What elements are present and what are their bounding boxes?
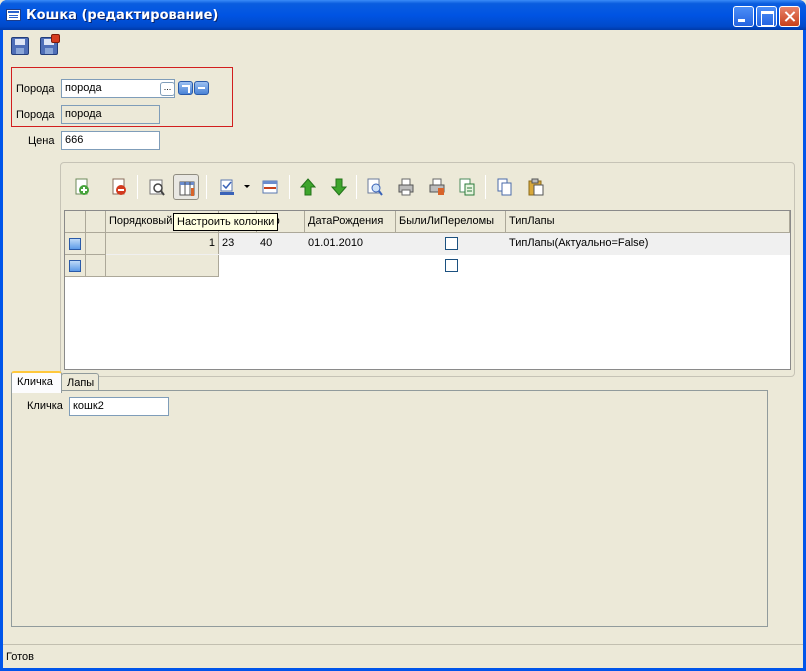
move-up-icon[interactable] xyxy=(295,174,321,200)
breed-open-button[interactable] xyxy=(178,81,193,95)
move-down-icon[interactable] xyxy=(326,174,352,200)
status-bar: Готов xyxy=(3,644,803,668)
row-indicator xyxy=(86,233,106,255)
fractures-checkbox[interactable] xyxy=(445,259,458,272)
paste-icon[interactable] xyxy=(523,174,549,200)
column-header-birth-date[interactable]: ДатаРождения xyxy=(305,211,396,233)
minimize-button[interactable] xyxy=(733,6,754,27)
cell-c2[interactable]: 40 xyxy=(257,233,305,254)
breed-readonly-field[interactable]: порода xyxy=(61,105,160,124)
data-grid[interactable]: Порядковый мер ДатаРождения БылиЛиПерело… xyxy=(64,210,791,370)
column-header-paw-type[interactable]: ТипЛапы xyxy=(506,211,790,233)
breed-input[interactable]: порода xyxy=(61,79,175,98)
grid-panel: Порядковый мер ДатаРождения БылиЛиПерело… xyxy=(60,162,795,377)
tab-page: Кличка кошк2 xyxy=(11,390,768,627)
save-and-close-icon[interactable] xyxy=(40,34,60,57)
form-client: Порода порода ... Порода порода Цена 666 xyxy=(3,30,803,668)
header-corner[interactable] xyxy=(65,211,86,233)
cell-ordinal[interactable] xyxy=(106,255,219,277)
copy-icon[interactable] xyxy=(492,174,518,200)
breed-label-2: Порода xyxy=(16,109,55,121)
price-label: Цена xyxy=(28,135,55,147)
breed-clear-button[interactable] xyxy=(194,81,209,95)
tooltip: Настроить колонки xyxy=(173,213,279,231)
breed-lookup-button[interactable]: ... xyxy=(160,82,175,96)
close-button[interactable] xyxy=(779,6,800,27)
tab-nickname[interactable]: Кличка xyxy=(11,371,62,393)
title-bar[interactable]: Кошка (редактирование) xyxy=(0,0,806,30)
color-dropdown-arrow-icon[interactable] xyxy=(244,185,250,188)
window: Кошка (редактирование) Порода порода ...… xyxy=(0,0,806,671)
add-icon[interactable] xyxy=(69,174,95,200)
nickname-input[interactable]: кошк2 xyxy=(69,397,169,416)
save-icon[interactable] xyxy=(11,37,31,57)
row-selector[interactable] xyxy=(65,255,86,277)
header-spacer[interactable] xyxy=(86,211,106,233)
breed-label: Порода xyxy=(16,83,55,95)
print-icon[interactable] xyxy=(393,174,419,200)
nickname-label: Кличка xyxy=(27,400,63,412)
delete-icon[interactable] xyxy=(106,174,132,200)
cell-c1[interactable]: 23 xyxy=(219,233,257,254)
print-settings-icon[interactable] xyxy=(424,174,450,200)
row-indicator xyxy=(86,255,106,277)
fractures-checkbox[interactable] xyxy=(445,237,458,250)
window-title: Кошка (редактирование) xyxy=(26,8,219,23)
column-width-icon[interactable] xyxy=(257,174,283,200)
cell-paw-type[interactable]: ТипЛапы(Актуально=False) xyxy=(506,233,790,254)
row-selector[interactable] xyxy=(65,233,86,255)
export-icon[interactable] xyxy=(454,174,480,200)
maximize-button[interactable] xyxy=(756,6,777,27)
column-header-fractures[interactable]: БылиЛиПереломы xyxy=(396,211,506,233)
clear-filter-icon[interactable] xyxy=(144,174,170,200)
form-icon xyxy=(6,9,21,21)
cell-ordinal[interactable]: 1 xyxy=(106,233,219,254)
cell-birth-date[interactable]: 01.01.2010 xyxy=(305,233,396,254)
price-input[interactable]: 666 xyxy=(61,131,160,150)
status-text: Готов xyxy=(6,651,34,663)
preview-icon[interactable] xyxy=(362,174,388,200)
configure-columns-icon[interactable] xyxy=(173,174,199,200)
grid-toolbar xyxy=(64,171,784,205)
color-icon[interactable] xyxy=(214,174,240,200)
